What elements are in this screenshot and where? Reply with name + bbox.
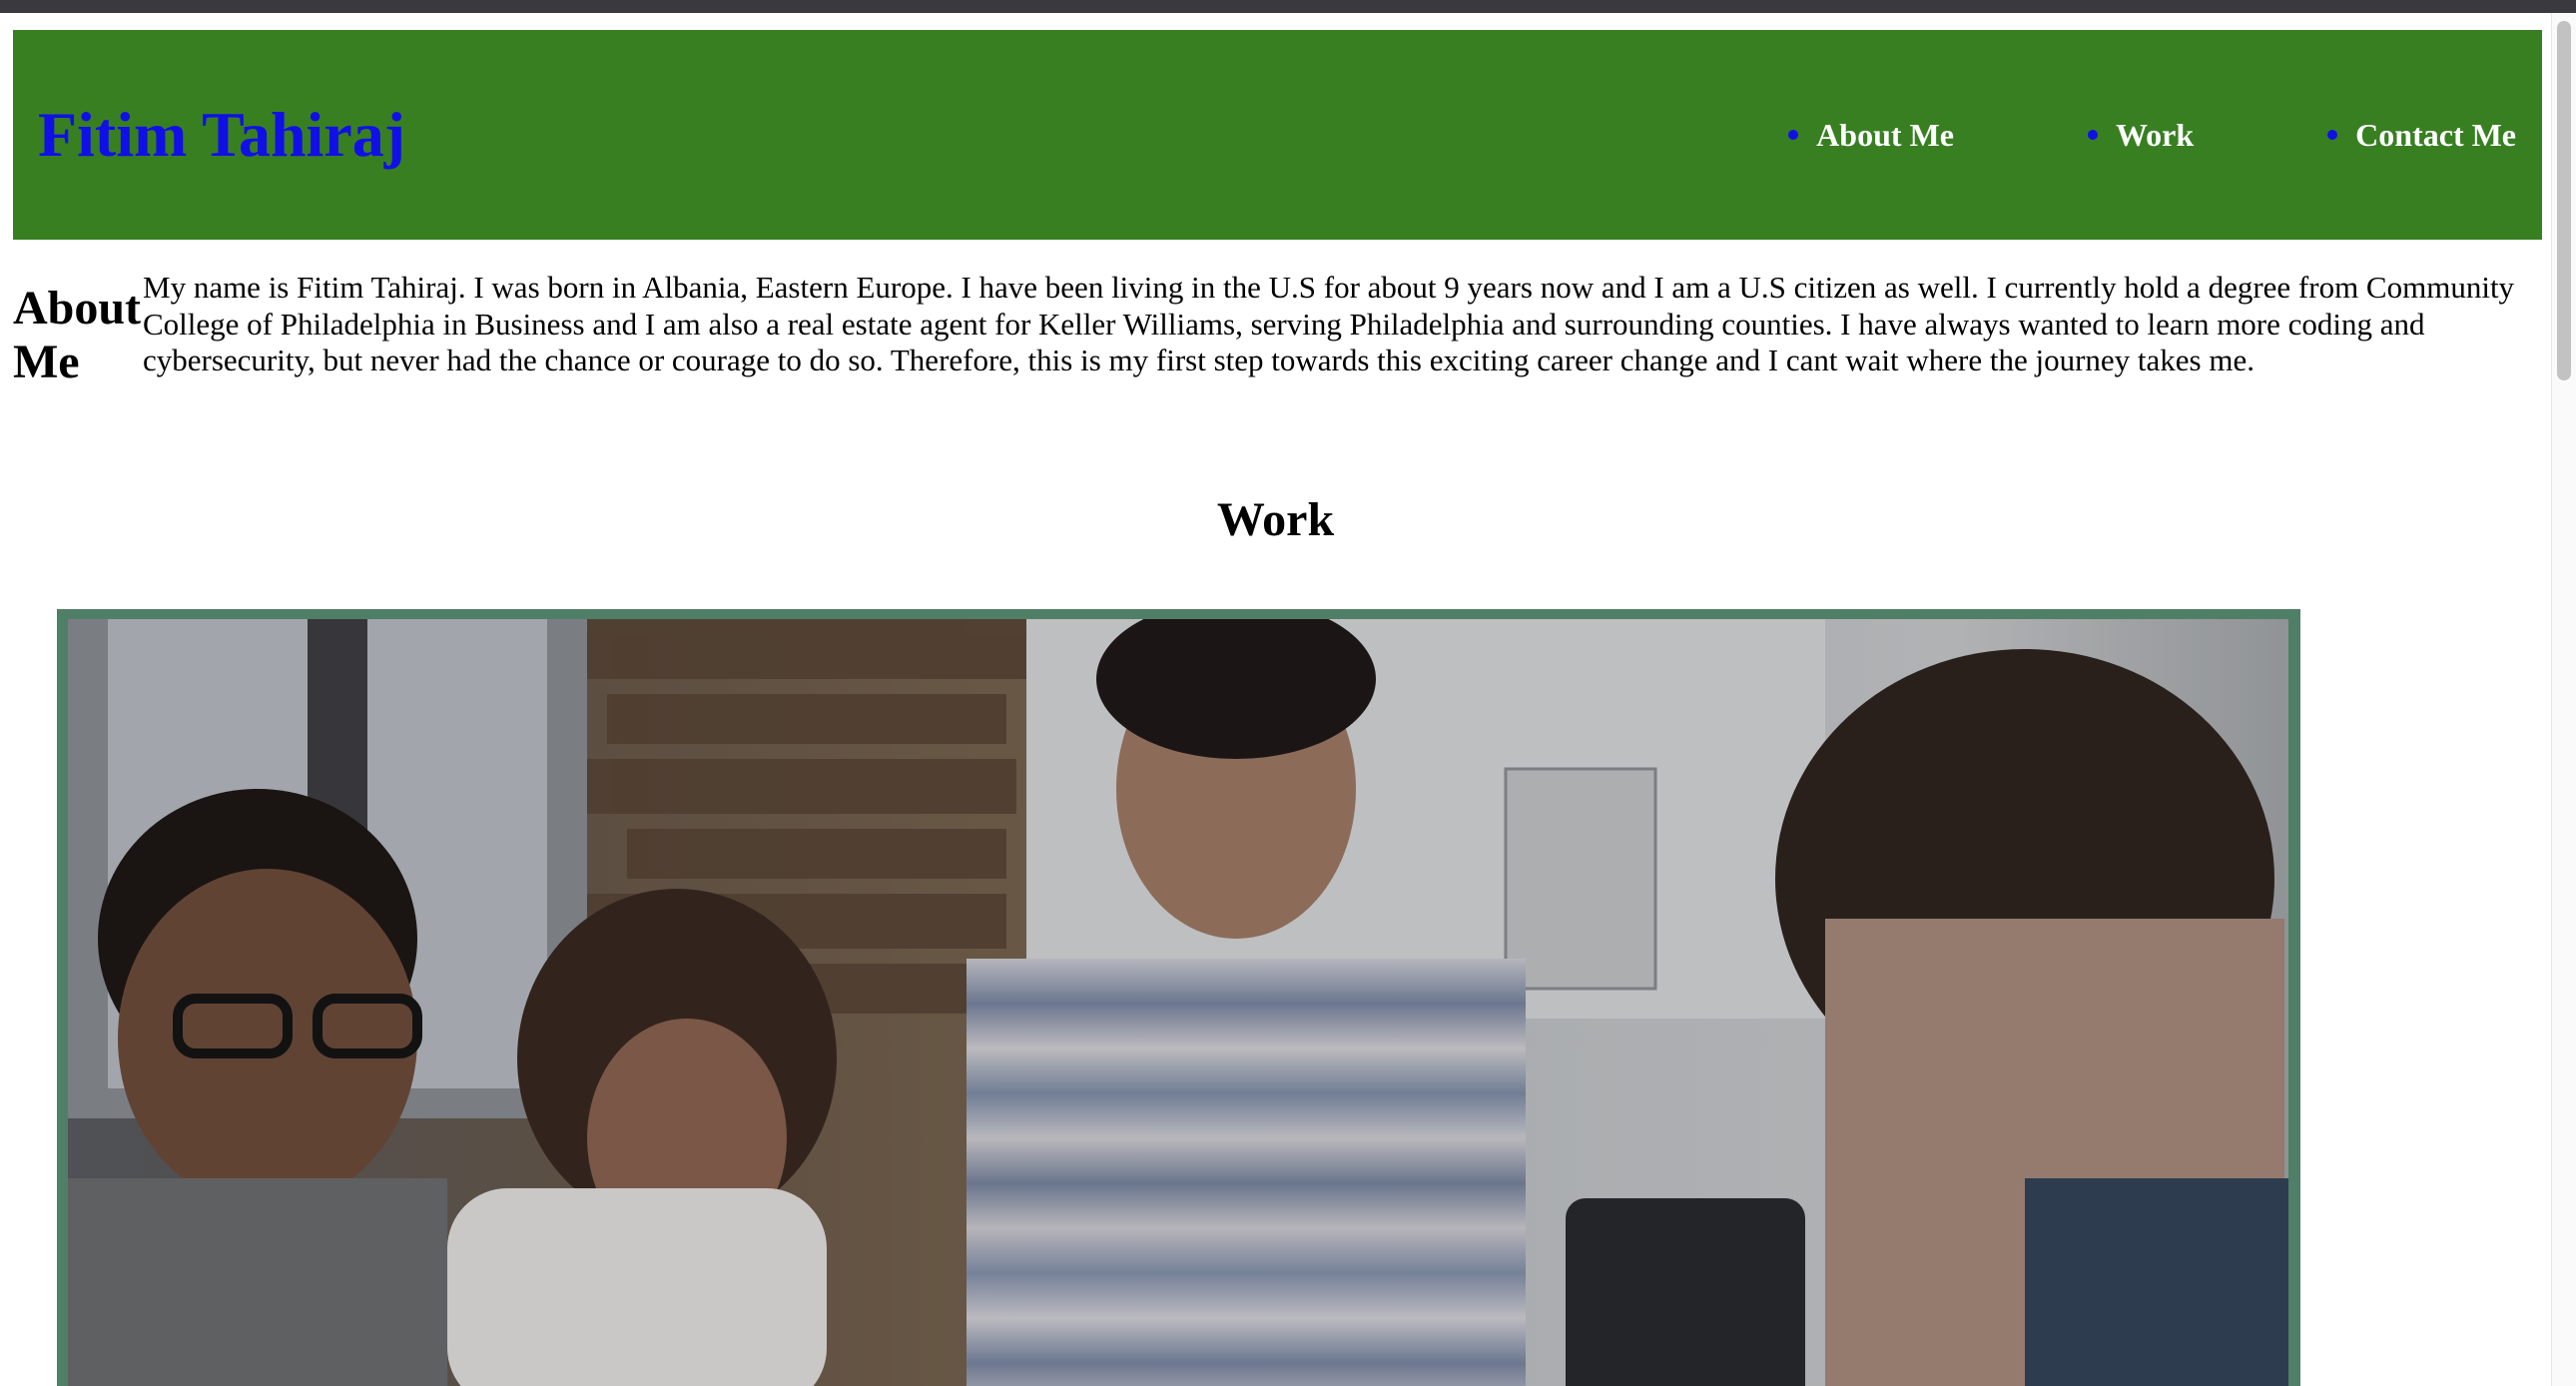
nav-item-label: Contact Me <box>2355 116 2516 153</box>
team-meeting-photo <box>68 619 2288 1386</box>
about-heading: About Me <box>13 282 142 388</box>
scrollbar-thumb[interactable] <box>2557 21 2571 380</box>
about-section: About Me My name is Fitim Tahiraj. I was… <box>13 270 2549 389</box>
bullet-icon <box>1788 130 1799 140</box>
nav-item-contact-me[interactable]: Contact Me <box>2327 117 2516 154</box>
nav-item-about-me[interactable]: About Me <box>1788 117 1954 154</box>
bullet-icon <box>2327 130 2338 140</box>
nav-item-work[interactable]: Work <box>2087 116 2195 154</box>
work-heading: Work <box>1216 493 1335 546</box>
bullet-icon <box>2087 130 2098 140</box>
nav-item-label: Work <box>2115 116 2195 153</box>
work-image-frame <box>57 609 2300 1386</box>
page-viewport: Fitim Tahiraj About Me Work Contact Me A… <box>0 13 2551 1386</box>
site-title: Fitim Tahiraj <box>38 99 406 170</box>
nav-item-label: About Me <box>1816 116 1954 153</box>
main-nav: About Me Work Contact Me <box>1788 117 2516 154</box>
nav-list: About Me Work Contact Me <box>1788 117 2516 154</box>
vertical-scrollbar[interactable] <box>2551 13 2576 1386</box>
site-header: Fitim Tahiraj About Me Work Contact Me <box>13 30 2542 240</box>
about-text: My name is Fitim Tahiraj. I was born in … <box>143 270 2515 377</box>
browser-top-bar <box>0 0 2576 13</box>
